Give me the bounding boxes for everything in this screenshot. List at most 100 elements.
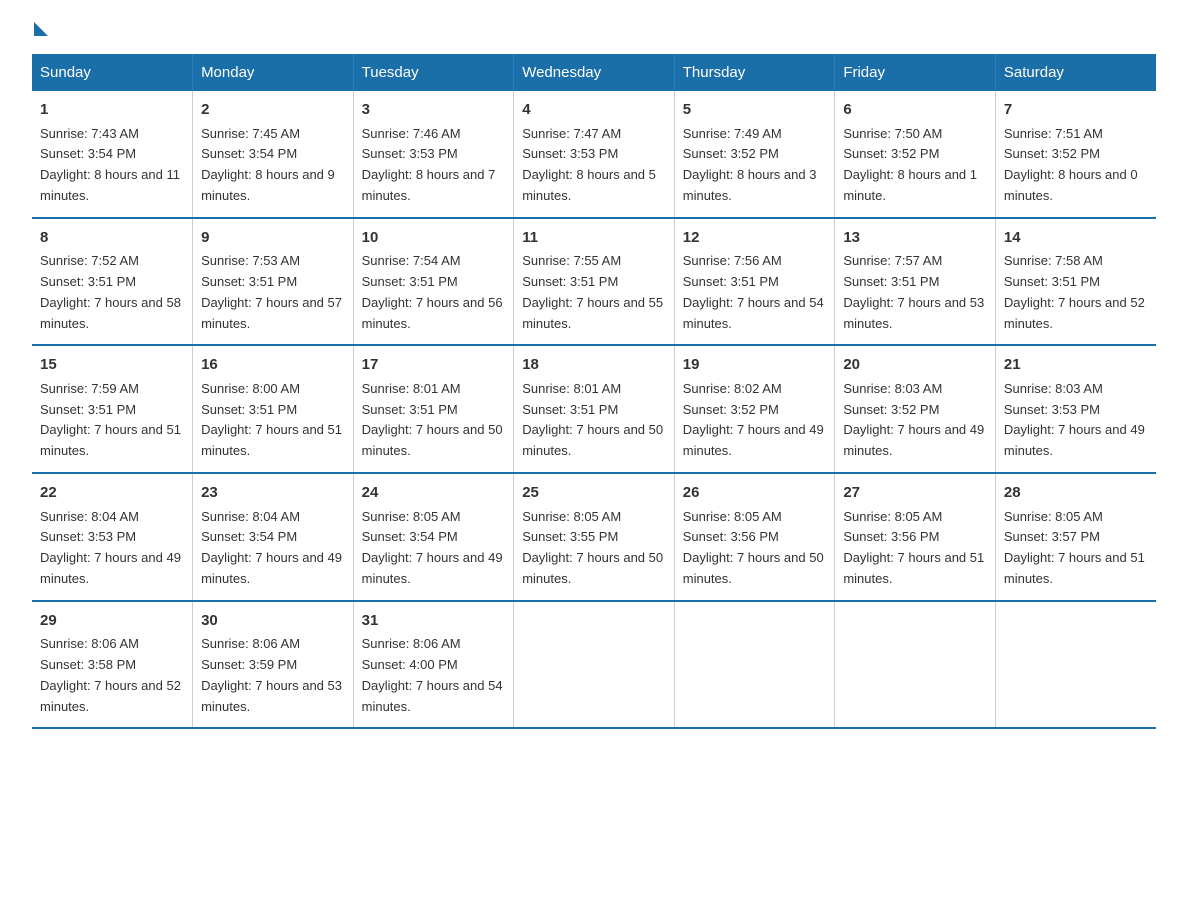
header-sunday: Sunday <box>32 54 193 91</box>
calendar-cell: 5 Sunrise: 7:49 AMSunset: 3:52 PMDayligh… <box>674 91 835 218</box>
day-number: 13 <box>843 227 987 250</box>
week-row-1: 1 Sunrise: 7:43 AMSunset: 3:54 PMDayligh… <box>32 91 1156 218</box>
calendar-cell: 11 Sunrise: 7:55 AMSunset: 3:51 PMDaylig… <box>514 218 675 346</box>
day-info: Sunrise: 7:46 AMSunset: 3:53 PMDaylight:… <box>362 126 496 203</box>
calendar-cell: 14 Sunrise: 7:58 AMSunset: 3:51 PMDaylig… <box>995 218 1156 346</box>
day-number: 11 <box>522 227 666 250</box>
day-info: Sunrise: 8:03 AMSunset: 3:52 PMDaylight:… <box>843 381 984 458</box>
calendar-cell: 27 Sunrise: 8:05 AMSunset: 3:56 PMDaylig… <box>835 473 996 601</box>
header-saturday: Saturday <box>995 54 1156 91</box>
day-info: Sunrise: 7:49 AMSunset: 3:52 PMDaylight:… <box>683 126 817 203</box>
day-info: Sunrise: 8:06 AMSunset: 4:00 PMDaylight:… <box>362 636 503 713</box>
calendar-cell: 19 Sunrise: 8:02 AMSunset: 3:52 PMDaylig… <box>674 345 835 473</box>
day-number: 27 <box>843 482 987 505</box>
day-info: Sunrise: 7:50 AMSunset: 3:52 PMDaylight:… <box>843 126 977 203</box>
day-number: 14 <box>1004 227 1148 250</box>
day-number: 28 <box>1004 482 1148 505</box>
day-info: Sunrise: 7:45 AMSunset: 3:54 PMDaylight:… <box>201 126 335 203</box>
day-number: 10 <box>362 227 506 250</box>
logo-area <box>32 24 50 34</box>
calendar-cell: 15 Sunrise: 7:59 AMSunset: 3:51 PMDaylig… <box>32 345 193 473</box>
day-number: 16 <box>201 354 345 377</box>
header <box>32 24 1156 34</box>
day-number: 24 <box>362 482 506 505</box>
calendar-cell: 18 Sunrise: 8:01 AMSunset: 3:51 PMDaylig… <box>514 345 675 473</box>
calendar-cell: 24 Sunrise: 8:05 AMSunset: 3:54 PMDaylig… <box>353 473 514 601</box>
header-thursday: Thursday <box>674 54 835 91</box>
days-of-week-row: SundayMondayTuesdayWednesdayThursdayFrid… <box>32 54 1156 91</box>
day-number: 3 <box>362 99 506 122</box>
logo-arrow-icon <box>34 22 48 36</box>
day-info: Sunrise: 8:03 AMSunset: 3:53 PMDaylight:… <box>1004 381 1145 458</box>
day-info: Sunrise: 7:56 AMSunset: 3:51 PMDaylight:… <box>683 253 824 330</box>
day-info: Sunrise: 8:05 AMSunset: 3:55 PMDaylight:… <box>522 509 663 586</box>
day-number: 15 <box>40 354 184 377</box>
day-info: Sunrise: 7:51 AMSunset: 3:52 PMDaylight:… <box>1004 126 1138 203</box>
calendar-cell <box>835 601 996 729</box>
calendar-cell <box>995 601 1156 729</box>
day-number: 21 <box>1004 354 1148 377</box>
calendar-cell: 1 Sunrise: 7:43 AMSunset: 3:54 PMDayligh… <box>32 91 193 218</box>
day-number: 31 <box>362 610 506 633</box>
day-number: 4 <box>522 99 666 122</box>
calendar-cell <box>514 601 675 729</box>
day-info: Sunrise: 8:02 AMSunset: 3:52 PMDaylight:… <box>683 381 824 458</box>
day-number: 1 <box>40 99 184 122</box>
calendar-cell: 30 Sunrise: 8:06 AMSunset: 3:59 PMDaylig… <box>193 601 354 729</box>
day-info: Sunrise: 7:54 AMSunset: 3:51 PMDaylight:… <box>362 253 503 330</box>
day-info: Sunrise: 8:05 AMSunset: 3:54 PMDaylight:… <box>362 509 503 586</box>
calendar-cell: 13 Sunrise: 7:57 AMSunset: 3:51 PMDaylig… <box>835 218 996 346</box>
calendar-cell <box>674 601 835 729</box>
calendar-body: 1 Sunrise: 7:43 AMSunset: 3:54 PMDayligh… <box>32 91 1156 728</box>
day-number: 22 <box>40 482 184 505</box>
day-info: Sunrise: 8:04 AMSunset: 3:53 PMDaylight:… <box>40 509 181 586</box>
day-number: 25 <box>522 482 666 505</box>
day-number: 29 <box>40 610 184 633</box>
day-info: Sunrise: 7:47 AMSunset: 3:53 PMDaylight:… <box>522 126 656 203</box>
calendar-cell: 31 Sunrise: 8:06 AMSunset: 4:00 PMDaylig… <box>353 601 514 729</box>
calendar-cell: 28 Sunrise: 8:05 AMSunset: 3:57 PMDaylig… <box>995 473 1156 601</box>
day-info: Sunrise: 8:01 AMSunset: 3:51 PMDaylight:… <box>362 381 503 458</box>
day-number: 5 <box>683 99 827 122</box>
calendar-cell: 12 Sunrise: 7:56 AMSunset: 3:51 PMDaylig… <box>674 218 835 346</box>
day-info: Sunrise: 8:06 AMSunset: 3:59 PMDaylight:… <box>201 636 342 713</box>
day-number: 8 <box>40 227 184 250</box>
day-info: Sunrise: 7:58 AMSunset: 3:51 PMDaylight:… <box>1004 253 1145 330</box>
header-monday: Monday <box>193 54 354 91</box>
day-number: 30 <box>201 610 345 633</box>
calendar-cell: 6 Sunrise: 7:50 AMSunset: 3:52 PMDayligh… <box>835 91 996 218</box>
header-friday: Friday <box>835 54 996 91</box>
calendar-cell: 22 Sunrise: 8:04 AMSunset: 3:53 PMDaylig… <box>32 473 193 601</box>
calendar-cell: 9 Sunrise: 7:53 AMSunset: 3:51 PMDayligh… <box>193 218 354 346</box>
day-number: 23 <box>201 482 345 505</box>
calendar-cell: 8 Sunrise: 7:52 AMSunset: 3:51 PMDayligh… <box>32 218 193 346</box>
day-number: 7 <box>1004 99 1148 122</box>
calendar-cell: 20 Sunrise: 8:03 AMSunset: 3:52 PMDaylig… <box>835 345 996 473</box>
day-info: Sunrise: 8:06 AMSunset: 3:58 PMDaylight:… <box>40 636 181 713</box>
day-info: Sunrise: 7:43 AMSunset: 3:54 PMDaylight:… <box>40 126 180 203</box>
day-number: 20 <box>843 354 987 377</box>
calendar-cell: 7 Sunrise: 7:51 AMSunset: 3:52 PMDayligh… <box>995 91 1156 218</box>
day-number: 2 <box>201 99 345 122</box>
day-info: Sunrise: 7:57 AMSunset: 3:51 PMDaylight:… <box>843 253 984 330</box>
calendar-cell: 4 Sunrise: 7:47 AMSunset: 3:53 PMDayligh… <box>514 91 675 218</box>
week-row-3: 15 Sunrise: 7:59 AMSunset: 3:51 PMDaylig… <box>32 345 1156 473</box>
calendar-cell: 21 Sunrise: 8:03 AMSunset: 3:53 PMDaylig… <box>995 345 1156 473</box>
day-number: 17 <box>362 354 506 377</box>
logo <box>32 24 50 38</box>
day-info: Sunrise: 8:05 AMSunset: 3:57 PMDaylight:… <box>1004 509 1145 586</box>
day-number: 6 <box>843 99 987 122</box>
calendar-cell: 17 Sunrise: 8:01 AMSunset: 3:51 PMDaylig… <box>353 345 514 473</box>
day-info: Sunrise: 8:00 AMSunset: 3:51 PMDaylight:… <box>201 381 342 458</box>
calendar-cell: 10 Sunrise: 7:54 AMSunset: 3:51 PMDaylig… <box>353 218 514 346</box>
calendar-cell: 26 Sunrise: 8:05 AMSunset: 3:56 PMDaylig… <box>674 473 835 601</box>
day-info: Sunrise: 8:04 AMSunset: 3:54 PMDaylight:… <box>201 509 342 586</box>
week-row-5: 29 Sunrise: 8:06 AMSunset: 3:58 PMDaylig… <box>32 601 1156 729</box>
week-row-2: 8 Sunrise: 7:52 AMSunset: 3:51 PMDayligh… <box>32 218 1156 346</box>
calendar-cell: 2 Sunrise: 7:45 AMSunset: 3:54 PMDayligh… <box>193 91 354 218</box>
day-info: Sunrise: 8:05 AMSunset: 3:56 PMDaylight:… <box>683 509 824 586</box>
day-info: Sunrise: 8:01 AMSunset: 3:51 PMDaylight:… <box>522 381 663 458</box>
header-tuesday: Tuesday <box>353 54 514 91</box>
calendar-cell: 16 Sunrise: 8:00 AMSunset: 3:51 PMDaylig… <box>193 345 354 473</box>
day-info: Sunrise: 8:05 AMSunset: 3:56 PMDaylight:… <box>843 509 984 586</box>
